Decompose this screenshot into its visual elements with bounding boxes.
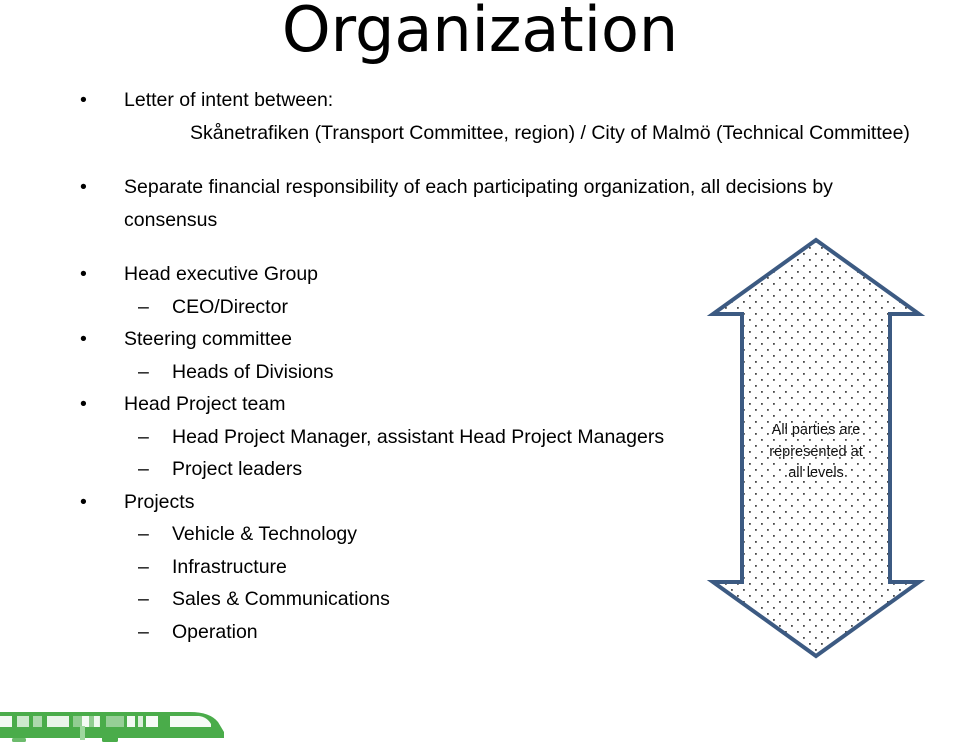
green-train-silhouette: [0, 706, 234, 744]
bullet-marker-icon: •: [80, 89, 87, 111]
list-item-label: Separate financial responsibility of eac…: [124, 176, 833, 231]
list-item: Skånetrafiken (Transport Committee, regi…: [0, 117, 960, 150]
bullet-marker-icon: •: [80, 176, 87, 198]
arrow-caption-line-3: all levels: [788, 465, 844, 481]
dash-marker-icon: –: [138, 295, 149, 318]
slide: Organization • Letter of intent between: S…: [0, 0, 960, 744]
page-title: Organization: [281, 0, 679, 66]
list-item-label: Letter of intent between:: [124, 89, 334, 111]
bullet-marker-icon: •: [80, 393, 87, 415]
bullet-marker-icon: •: [80, 328, 87, 350]
dash-marker-icon: –: [138, 360, 149, 383]
dash-marker-icon: –: [138, 458, 149, 480]
bullet-marker-icon: •: [80, 263, 87, 285]
dash-marker-icon: –: [138, 523, 149, 545]
dash-marker-icon: –: [138, 620, 149, 643]
list-item: • Separate financial responsibility of ea…: [0, 171, 960, 236]
bullet-marker-icon: •: [80, 490, 87, 513]
list-item: • Letter of intent between:: [0, 84, 960, 117]
list-item-label: Skånetrafiken (Transport Committee, regi…: [190, 121, 910, 144]
arrow-caption: All parties are represented at all level…: [742, 420, 890, 485]
arrow-caption-line-1: All parties are: [771, 422, 861, 438]
dash-marker-icon: –: [138, 555, 149, 578]
dash-marker-icon: –: [138, 588, 149, 610]
arrow-caption-line-2: represented at: [769, 443, 863, 460]
dash-marker-icon: –: [138, 425, 149, 448]
